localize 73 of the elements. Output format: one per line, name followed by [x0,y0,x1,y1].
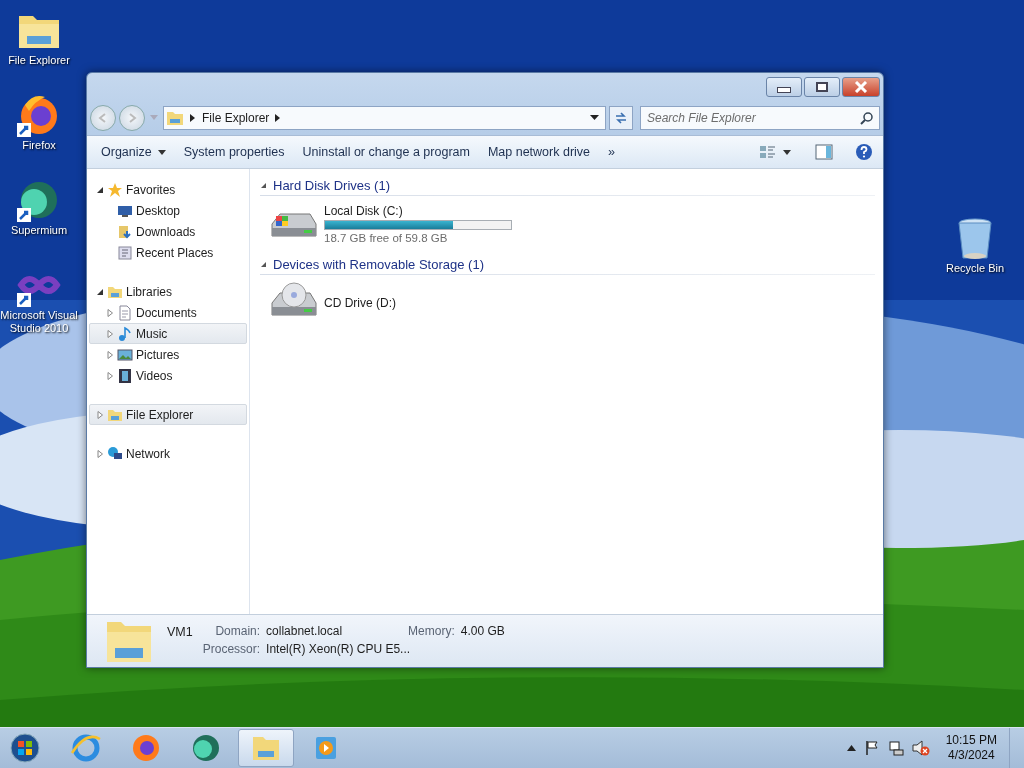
group-header[interactable]: Devices with Removable Storage (1) [260,256,875,272]
search-field[interactable]: Search File Explorer [640,106,880,130]
speaker-icon[interactable] [911,740,930,756]
nav-item[interactable]: Music [89,323,247,344]
toolbar-button[interactable]: » [606,141,617,163]
nav-item[interactable]: Desktop [89,200,247,221]
nav-item[interactable]: Pictures [89,344,247,365]
document-icon [117,304,133,321]
flag-icon[interactable] [863,740,880,756]
nav-item[interactable]: Recent Places [89,242,247,263]
icon-label: Microsoft Visual Studio 2010 [0,309,78,335]
caret-icon [157,149,166,155]
maximize-button[interactable] [804,77,840,97]
collapse-arrow-icon [260,260,267,268]
computer-name: VM1 [167,625,193,639]
view-list-icon [759,144,777,160]
field-value: Intel(R) Xeon(R) CPU E5... [266,642,412,656]
star-icon [107,181,123,198]
expand-arrow-icon[interactable] [96,287,104,296]
nav-item[interactable]: Network [89,443,247,464]
toolbar-button[interactable]: Map network drive [485,141,593,163]
breadcrumb[interactable]: File Explorer [202,111,270,125]
clock-time[interactable]: 10:15 PM [945,733,997,748]
landscape-image-icon [117,346,133,363]
field-label: Memory: [408,624,455,638]
search-icon[interactable] [860,112,873,125]
collapse-arrow-icon [260,181,267,189]
drive-name[interactable]: CD Drive (D:) [324,296,396,310]
swirl-orb-icon [190,733,222,763]
show-hidden-icons-icon[interactable] [846,745,856,751]
drive-name[interactable]: Local Disk (C:) [324,204,512,218]
refresh-button[interactable] [609,106,633,130]
toolbar-button[interactable]: System properties [181,141,287,163]
minimize-button[interactable] [766,77,802,97]
nav-item[interactable]: Documents [89,302,247,323]
icon-label: File Explorer [8,54,70,67]
field-label: Domain: [214,624,261,638]
caret-icon [783,149,791,155]
address-bar[interactable]: File Explorer [163,106,606,130]
free-space-text: 18.7 GB free of 59.8 GB [324,232,449,244]
document-list-icon [117,244,133,261]
chevron-icon[interactable] [275,114,282,122]
nav-item[interactable]: Downloads [89,221,247,242]
globe-monitor-icon [107,445,123,462]
refresh-icon [614,111,628,125]
close-icon [854,81,868,93]
windows-logo-icon [10,733,40,763]
film-strip-icon [117,367,133,384]
nav-item[interactable]: Libraries [89,281,247,302]
toolbar-button[interactable]: Organize [99,141,168,163]
caret-icon[interactable] [590,115,599,121]
icon-label: Recycle Bin [945,262,1005,275]
field-value: collabnet.local [266,624,344,638]
folder-icon [166,110,184,126]
network-icon[interactable] [887,740,904,756]
group-header[interactable]: Hard Disk Drives (1) [260,177,875,193]
nav-item[interactable]: Videos [89,365,247,386]
close-button[interactable] [842,77,880,97]
chevron-icon [190,114,196,122]
music-note-icon [117,325,133,342]
e-logo-icon [70,733,102,763]
field-value: 4.00 GB [460,624,505,638]
fox-globe-icon [130,733,162,763]
field-label: Processor: [202,642,261,656]
download-folder-icon [117,223,133,240]
clock-date[interactable]: 4/3/2024 [947,748,995,763]
nav-item[interactable]: File Explorer [89,404,247,425]
nav-item[interactable]: Favorites [89,179,247,200]
toolbar-button[interactable]: Uninstall or change a program [300,141,472,163]
expand-arrow-icon[interactable] [96,185,104,194]
icon-label: Supermium [10,224,68,237]
help-icon[interactable] [855,143,873,161]
icon-label: Firefox [22,139,56,152]
